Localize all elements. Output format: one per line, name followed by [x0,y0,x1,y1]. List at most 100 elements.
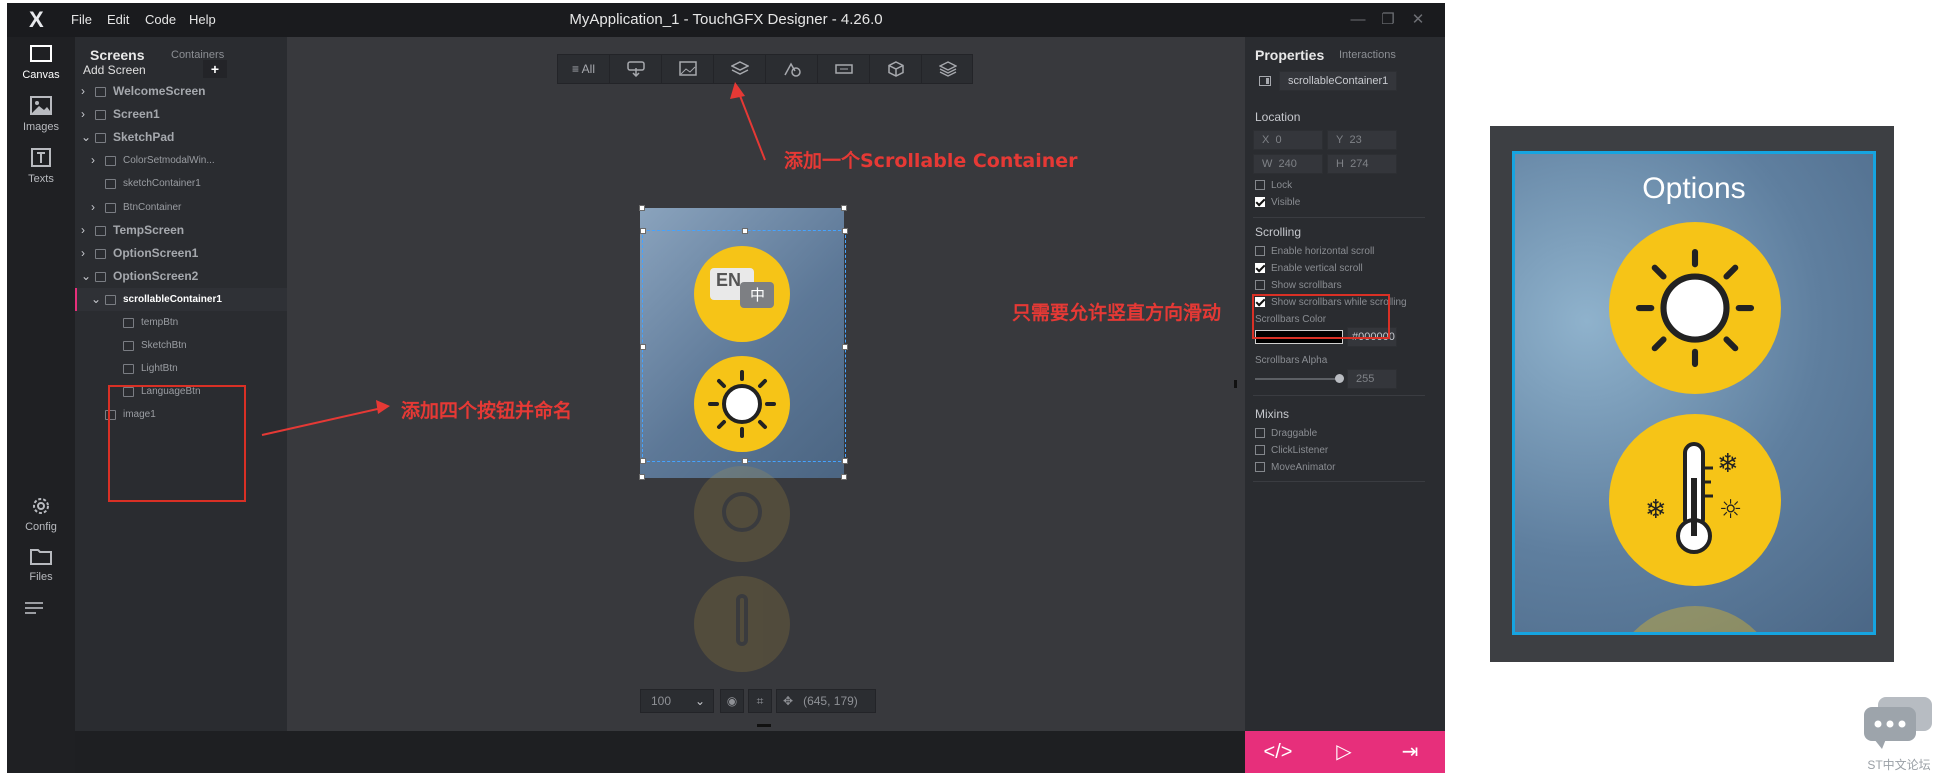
move-animator-checkbox[interactable] [1255,462,1265,472]
svg-text:❄: ❄ [1645,495,1667,525]
tree-item-label: BtnContainer [123,201,182,213]
widget-toolbar: ≡ All [557,54,973,84]
tree-item[interactable]: ⌄ SketchPad [75,126,287,149]
forum-chat-icon [1864,697,1932,749]
scrollbars-alpha-input[interactable]: 255 [1347,369,1397,389]
chevron-right-icon[interactable]: › [81,103,91,126]
nav-files[interactable]: Files [7,545,75,585]
panel-resize-handle[interactable] [1234,380,1237,388]
show-scrollbars-checkbox[interactable] [1255,280,1265,290]
nav-texts-label: Texts [28,173,54,185]
chevron-right-icon[interactable]: › [81,242,91,265]
tree-item[interactable]: SketchBtn [75,334,287,357]
draggable-checkbox[interactable] [1255,428,1265,438]
scrollable-container-selection[interactable] [640,228,848,464]
maximize-icon[interactable]: ❐ [1373,3,1403,37]
nav-config-label: Config [25,521,57,533]
highlight-buttons-box [108,385,246,502]
container-icon[interactable] [714,55,766,83]
preview-light-button[interactable] [1609,222,1781,394]
click-listener-label: ClickListener [1271,445,1329,456]
button-icon[interactable] [610,55,662,83]
tree-item-label: scrollableContainer1 [123,293,222,305]
lock-checkbox[interactable] [1255,180,1265,190]
chevron-down-icon[interactable]: ⌄ [81,265,91,288]
tree-item[interactable]: LightBtn [75,357,287,380]
location-header: Location [1255,110,1301,124]
x-input[interactable]: X 0 [1253,130,1323,150]
code-icon[interactable]: </> [1245,731,1311,773]
nav-config[interactable]: Config [7,495,75,535]
chevron-right-icon[interactable]: › [91,196,101,219]
action-bar: </> ▷ ⇥ [1245,731,1445,773]
tree-item[interactable]: › ColorSetmodalWin... [75,149,287,172]
y-input[interactable]: Y 23 [1327,130,1397,150]
tree-item[interactable]: tempBtn [75,311,287,334]
close-icon[interactable]: ✕ [1403,3,1433,37]
minimize-icon[interactable]: — [1343,3,1373,37]
shapes-icon[interactable] [766,55,818,83]
sketch-button[interactable] [694,466,790,562]
chevron-right-icon[interactable]: › [91,149,101,172]
chevron-down-icon[interactable]: ⌄ [91,288,101,311]
preview-sketch-button[interactable] [1609,606,1781,632]
nav-texts[interactable]: Texts [7,147,75,187]
text-area-icon[interactable] [818,55,870,83]
nav-canvas[interactable]: Canvas [7,43,75,83]
tree-item[interactable]: ⌄ scrollableContainer1 [75,287,287,311]
toolbar-all-button[interactable]: ≡ All [558,55,610,83]
tree-item[interactable]: › TempScreen [75,219,287,242]
scrollbars-alpha-thumb[interactable] [1335,374,1344,383]
highlight-scroll-box [1252,294,1390,339]
hamburger-icon[interactable] [24,601,44,615]
image-icon[interactable] [662,55,714,83]
text-icon [31,148,51,167]
preview-screen[interactable]: Options ❄ ❄ ☼ [1512,151,1876,635]
h-value: 274 [1350,158,1369,170]
add-screen-button[interactable]: + [203,60,227,78]
preview-temp-button[interactable]: ❄ ❄ ☼ [1609,414,1781,586]
preview-title: Options [1642,172,1746,205]
fit-screen-icon[interactable]: ◉ [720,689,744,713]
scrollbars-alpha-track[interactable] [1255,378,1341,380]
widget-name-input[interactable]: scrollableContainer1 [1279,71,1397,91]
screen-icon [123,364,134,375]
scrolling-header: Scrolling [1255,225,1302,239]
w-input[interactable]: W 240 [1253,154,1323,174]
layers-icon[interactable] [922,55,974,83]
tree-item[interactable]: › BtnContainer [75,196,287,219]
canvas-scroll-handle[interactable] [757,724,771,727]
thermometer-snow-sun-icon: ❄ ❄ ☼ [1645,442,1742,554]
tree-item-label: SketchBtn [141,340,187,352]
tree-item[interactable]: › Screen1 [75,103,287,126]
enable-horizontal-scroll-label: Enable horizontal scroll [1271,246,1375,257]
enable-horizontal-scroll-checkbox[interactable] [1255,246,1265,256]
temp-button[interactable] [694,576,790,672]
chevron-right-icon[interactable]: › [81,219,91,242]
tree-item-label: Screen1 [113,107,160,122]
screen-icon [95,110,106,121]
tab-properties[interactable]: Properties [1255,47,1324,63]
zoom-select[interactable]: 100 ⌄ [640,689,714,713]
export-icon[interactable]: ⇥ [1377,731,1443,773]
tree-item[interactable]: › OptionScreen1 [75,242,287,265]
enable-vertical-scroll-checkbox[interactable] [1255,263,1265,273]
click-listener-checkbox[interactable] [1255,445,1265,455]
status-bar [75,731,1245,773]
chevron-down-icon[interactable]: ⌄ [81,126,91,149]
chevron-right-icon[interactable]: › [81,80,91,103]
annotation-vertical-only: 只需要允许竖直方向滑动 [1012,302,1222,324]
selection-indicator [75,287,77,311]
tab-interactions[interactable]: Interactions [1339,49,1396,61]
3d-icon[interactable] [870,55,922,83]
tree-item[interactable]: › WelcomeScreen [75,80,287,103]
crop-icon[interactable]: ⌗ [748,689,772,713]
h-input[interactable]: H 274 [1327,154,1397,174]
tree-item[interactable]: sketchContainer1 [75,172,287,195]
palette-icon [722,492,762,532]
nav-images[interactable]: Images [7,95,75,135]
visible-checkbox[interactable] [1255,197,1265,207]
run-icon[interactable]: ▷ [1311,731,1377,773]
window-title: MyApplication_1 - TouchGFX Designer - 4.… [569,11,883,28]
tree-item[interactable]: ⌄ OptionScreen2 [75,265,287,288]
